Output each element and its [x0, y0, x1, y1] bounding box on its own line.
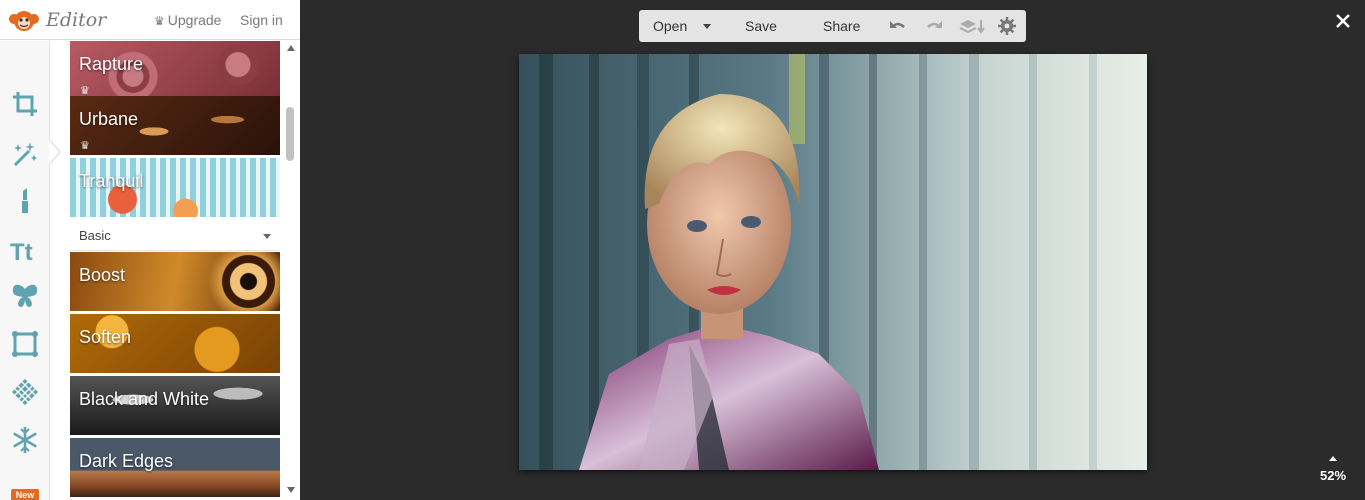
tool-text[interactable]: Tt	[6, 231, 44, 269]
chevron-down-icon	[263, 234, 271, 239]
effect-item[interactable]: Boost	[70, 252, 280, 311]
effects-scrollbar[interactable]	[283, 41, 297, 500]
effect-item[interactable]: Black and White	[70, 376, 280, 435]
effect-item[interactable]: Dark Edges	[70, 438, 280, 497]
tool-frames[interactable]	[6, 325, 44, 363]
zoom-up-arrow-icon[interactable]	[1329, 456, 1337, 461]
layers-icon[interactable]	[959, 17, 985, 35]
close-icon[interactable]	[1334, 12, 1352, 30]
open-dropdown-chevron-icon[interactable]	[703, 24, 711, 29]
effect-label: Dark Edges	[79, 451, 174, 471]
gear-icon[interactable]	[997, 17, 1017, 35]
butterfly-icon	[12, 284, 38, 307]
effect-item[interactable]: Urbane ♛	[70, 96, 280, 155]
zoom-level[interactable]: 52%	[1320, 468, 1346, 483]
upgrade-link[interactable]: ♛ Upgrade	[154, 12, 221, 28]
effect-item[interactable]: Rapture ♛	[70, 41, 280, 100]
active-tool-pointer	[49, 140, 59, 164]
effect-item[interactable]: Soften	[70, 314, 280, 373]
sign-in-link[interactable]: Sign in	[240, 12, 283, 28]
effect-label: Tranquil	[79, 171, 144, 191]
snowflake-icon	[13, 427, 37, 453]
effect-item[interactable]: Tranquil	[70, 158, 280, 217]
tool-effects[interactable]	[6, 135, 44, 173]
frame-icon	[12, 331, 38, 357]
crop-icon	[13, 92, 37, 116]
upgrade-label: Upgrade	[167, 12, 222, 28]
tool-overlays[interactable]	[6, 277, 44, 315]
top-bar: Editor ♛ Upgrade Sign in	[0, 0, 300, 40]
lipstick-icon	[22, 188, 28, 213]
category-label: Basic	[79, 228, 111, 243]
tool-sidebar: Tt New	[0, 41, 50, 500]
tool-textures[interactable]	[6, 373, 44, 411]
app-name: Editor	[46, 9, 107, 31]
effect-label: Rapture	[79, 54, 144, 74]
crown-icon: ♛	[154, 14, 165, 28]
effects-list: Rapture ♛ Urbane ♛ Tranquil Basic Boost …	[70, 41, 280, 500]
undo-icon[interactable]	[888, 17, 908, 35]
scroll-down-arrow-icon[interactable]	[287, 487, 295, 493]
new-badge: New	[11, 489, 39, 500]
tool-touchup[interactable]	[6, 181, 44, 219]
effect-label: Soften	[79, 327, 132, 347]
scroll-up-arrow-icon[interactable]	[287, 45, 295, 51]
open-button[interactable]: Open	[653, 18, 687, 34]
canvas-toolbar: Open Save Share	[639, 10, 1026, 42]
svg-text:Tt: Tt	[10, 239, 33, 265]
tool-seasonal[interactable]	[6, 421, 44, 459]
scrollbar-thumb[interactable]	[286, 107, 294, 161]
text-icon: Tt	[10, 239, 33, 265]
photo-canvas[interactable]	[519, 54, 1147, 470]
tool-crop[interactable]	[6, 85, 44, 123]
redo-icon[interactable]	[924, 17, 944, 35]
share-button[interactable]: Share	[823, 18, 860, 34]
texture-icon	[12, 379, 38, 405]
save-button[interactable]: Save	[745, 18, 777, 34]
magic-wand-icon	[13, 142, 37, 167]
effect-label: Boost	[79, 265, 126, 285]
crown-icon: ♛	[80, 140, 90, 152]
photo-image	[519, 54, 1147, 470]
effect-label: Urbane	[79, 109, 139, 129]
effect-category-select[interactable]: Basic	[70, 221, 280, 251]
effect-label: Black and White	[79, 389, 210, 409]
monkey-logo-icon[interactable]	[8, 9, 40, 33]
